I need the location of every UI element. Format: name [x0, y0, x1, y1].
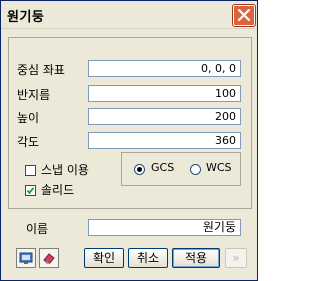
screen-button[interactable] — [16, 248, 36, 268]
snap-checkbox[interactable] — [25, 165, 36, 176]
angle-input[interactable]: 360 — [88, 132, 241, 149]
wcs-radio[interactable] — [190, 164, 201, 175]
coord-system-group: GCS WCS — [121, 152, 241, 186]
title-bar: 원기둥 — [1, 1, 257, 29]
name-input[interactable]: 원기둥 — [88, 219, 241, 236]
ok-button[interactable]: 확인 — [84, 248, 124, 268]
radius-input[interactable]: 100 — [88, 85, 241, 102]
gcs-radio[interactable] — [134, 164, 145, 175]
name-label: 이름 — [26, 222, 49, 236]
apply-button[interactable]: 적용 — [172, 248, 220, 268]
snap-label: 스냅 이용 — [41, 163, 89, 177]
window-title: 원기둥 — [7, 10, 45, 25]
close-button[interactable] — [233, 5, 255, 26]
wcs-label: WCS — [206, 161, 232, 174]
solid-checkbox[interactable] — [25, 185, 36, 196]
radius-label: 반지름 — [17, 88, 51, 102]
solid-label: 솔리드 — [41, 183, 75, 197]
more-button[interactable]: » — [225, 248, 247, 268]
center-label: 중심 좌표 — [17, 63, 65, 77]
height-input[interactable]: 200 — [88, 108, 241, 125]
gcs-label: GCS — [151, 161, 175, 174]
center-input[interactable]: 0, 0, 0 — [88, 60, 241, 77]
cylinder-dialog: 원기둥 중심 좌표 0, 0, 0 반지름 100 높이 200 각도 360 … — [0, 0, 258, 281]
cancel-button[interactable]: 취소 — [128, 248, 168, 268]
eraser-button[interactable] — [39, 248, 59, 268]
angle-label: 각도 — [17, 135, 40, 149]
height-label: 높이 — [17, 111, 40, 125]
